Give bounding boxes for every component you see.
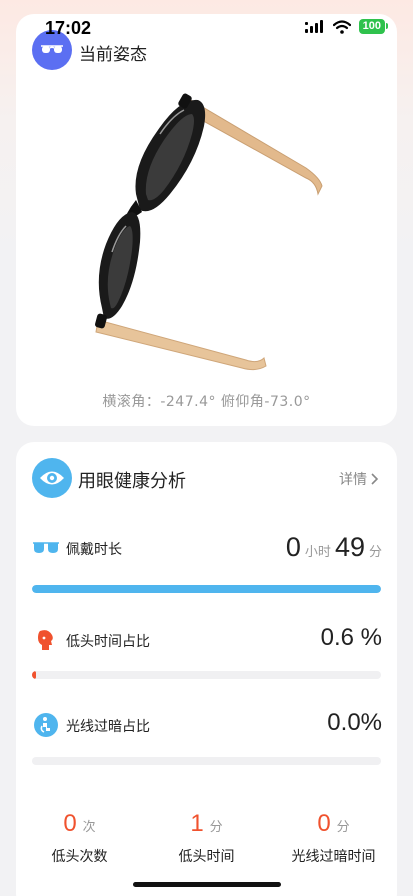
wear-minutes: 49 bbox=[334, 532, 365, 562]
eye-health-card: 用眼健康分析 详情 佩戴时长 0 小时 49 分 低头时间占比 0.6 % 光线… bbox=[16, 442, 397, 896]
chevron-right-icon bbox=[371, 473, 379, 485]
status-icons: 100 bbox=[304, 19, 389, 34]
minutes-unit: 分 bbox=[368, 545, 382, 560]
head-down-icon bbox=[32, 628, 60, 652]
head-down-ratio-bar-fill bbox=[32, 671, 37, 679]
stat-label: 低头次数 bbox=[51, 849, 108, 865]
metric-head-down-ratio: 低头时间占比 0.6 % bbox=[32, 624, 382, 656]
stats-row: 0 次 低头次数 1 分 低头时间 0 分 光线过暗时间 bbox=[16, 810, 397, 870]
wear-duration-bar-fill bbox=[32, 585, 381, 593]
wear-duration-bar bbox=[32, 585, 381, 593]
wear-hours: 0 bbox=[285, 532, 301, 562]
stat-label: 低头时间 bbox=[178, 849, 235, 865]
hours-unit: 小时 bbox=[304, 545, 331, 560]
sunglasses-icon bbox=[32, 536, 60, 560]
glasses-3d-image bbox=[95, 93, 323, 371]
posture-card: 当前姿态 横滚角：-247.4° 俯仰角-73.0° bbox=[16, 14, 397, 426]
metric-wear-duration: 佩戴时长 0 小时 49 分 bbox=[32, 532, 382, 564]
battery-indicator: 100 bbox=[358, 19, 389, 34]
status-time: 17:02 bbox=[45, 18, 92, 38]
metric-dim-light-ratio: 光线过暗占比 0.0% bbox=[32, 709, 382, 741]
wifi-icon bbox=[332, 19, 351, 34]
home-indicator[interactable] bbox=[133, 882, 281, 887]
dim-light-icon bbox=[32, 713, 60, 737]
metric-label: 低头时间占比 bbox=[66, 634, 150, 650]
head-down-ratio-bar bbox=[32, 671, 381, 679]
status-bar: 17:02 100 bbox=[0, 0, 413, 44]
details-link[interactable]: 详情 bbox=[339, 469, 379, 489]
stat-head-down-time: 1 分 低头时间 bbox=[143, 810, 270, 866]
dim-light-ratio-value: 0.0% bbox=[327, 709, 382, 737]
stat-dim-light-time: 0 分 光线过暗时间 bbox=[270, 810, 397, 866]
stat-unit: 分 bbox=[336, 820, 350, 835]
signal-icon bbox=[304, 20, 323, 33]
stat-value: 0 bbox=[63, 810, 77, 837]
metric-label: 光线过暗占比 bbox=[66, 719, 150, 735]
metric-label: 佩戴时长 bbox=[66, 542, 122, 558]
head-down-ratio-text: 0.6 % bbox=[320, 624, 382, 651]
stat-value: 0 bbox=[317, 810, 331, 837]
posture-angles: 横滚角：-247.4° 俯仰角-73.0° bbox=[102, 394, 311, 410]
details-label: 详情 bbox=[339, 472, 367, 488]
stat-label: 光线过暗时间 bbox=[291, 849, 376, 865]
eye-health-title: 用眼健康分析 bbox=[78, 471, 186, 492]
wear-duration-value: 0 小时 49 分 bbox=[286, 532, 382, 563]
stat-unit: 次 bbox=[82, 820, 96, 835]
eye-icon bbox=[32, 458, 72, 498]
dim-light-ratio-bar bbox=[32, 757, 381, 765]
head-down-ratio-value: 0.6 % bbox=[321, 624, 382, 652]
stat-head-down-count: 0 次 低头次数 bbox=[16, 810, 143, 866]
stat-unit: 分 bbox=[209, 820, 223, 835]
stat-value: 1 bbox=[190, 810, 204, 837]
dim-light-ratio-text: 0.0% bbox=[327, 709, 382, 736]
